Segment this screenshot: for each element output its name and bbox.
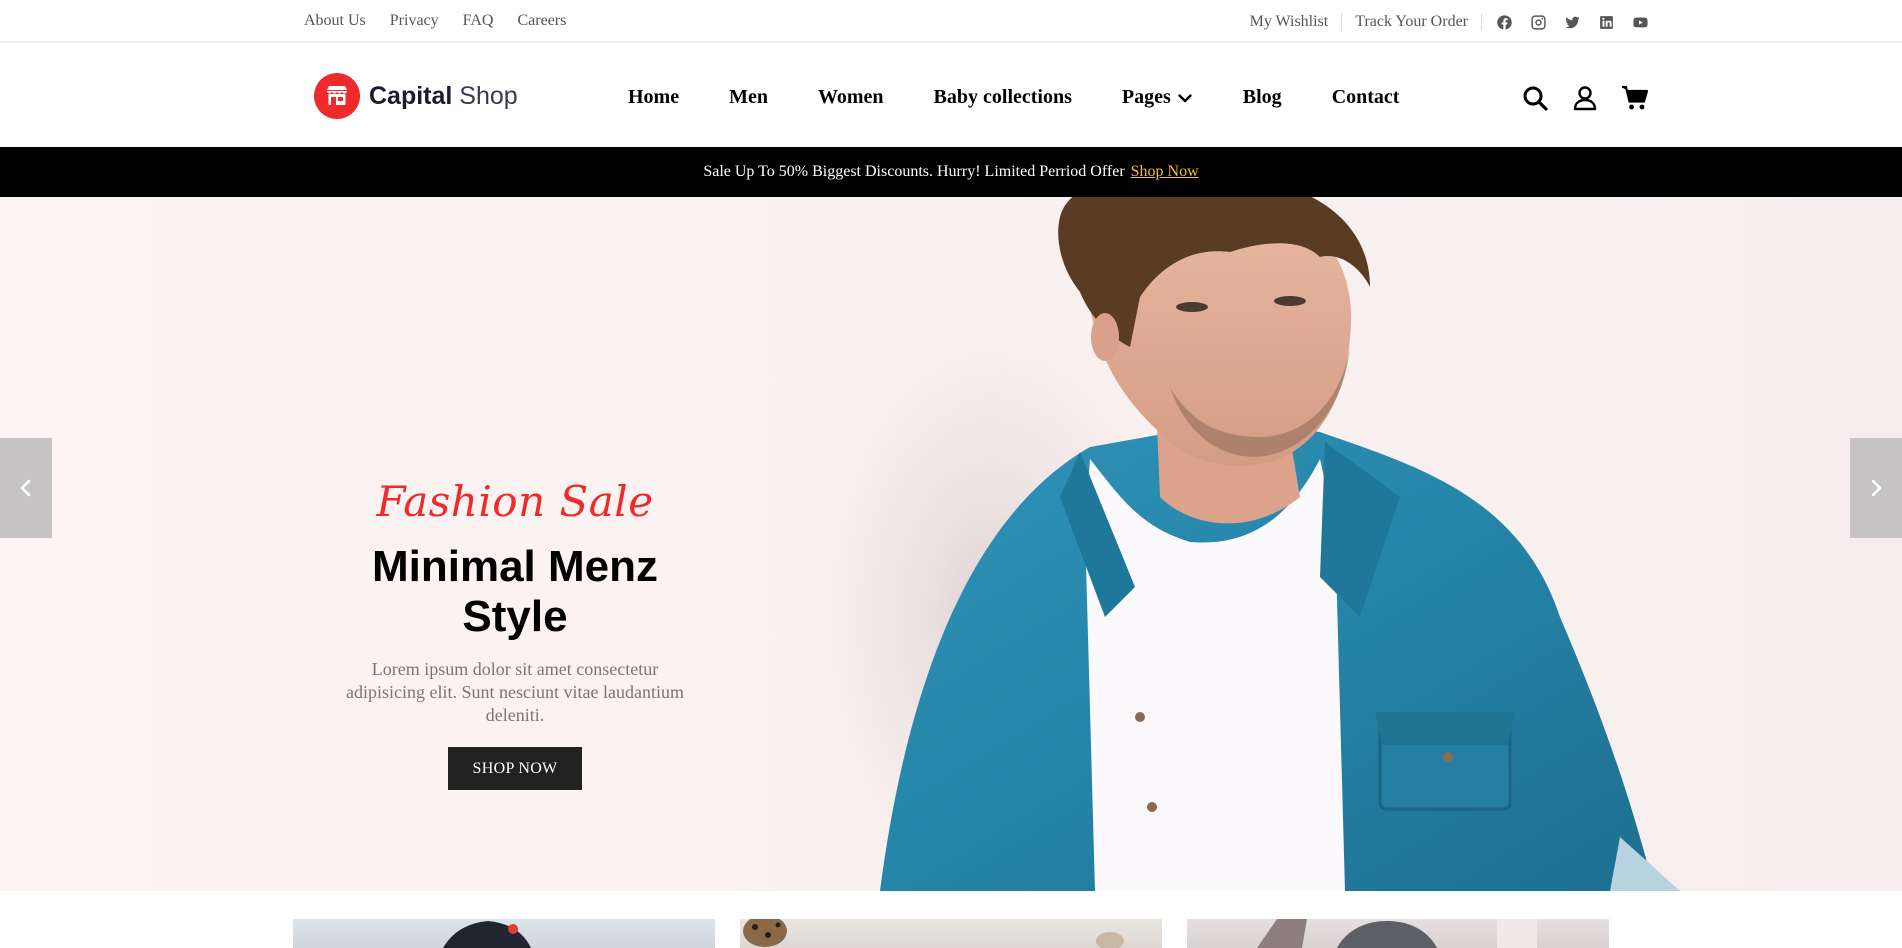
- track-order-link[interactable]: Track Your Order: [1342, 13, 1482, 31]
- category-image: [1257, 919, 1537, 948]
- category-card[interactable]: [740, 919, 1162, 948]
- category-card[interactable]: [1187, 919, 1609, 948]
- category-cards: [293, 919, 1609, 948]
- hero-shop-now-button[interactable]: SHOP NOW: [447, 747, 583, 790]
- hero-model-image: [790, 197, 1680, 891]
- category-image: [743, 919, 1124, 948]
- announcement-bar: Sale Up To 50% Biggest Discounts. Hurry!…: [0, 147, 1902, 197]
- instagram-icon[interactable]: [1528, 12, 1548, 32]
- main-nav: Home Men Women Baby collections Pages Bl…: [628, 86, 1399, 109]
- nav-blog[interactable]: Blog: [1243, 86, 1282, 109]
- facebook-icon[interactable]: [1494, 12, 1514, 32]
- nav-pages[interactable]: Pages: [1122, 86, 1193, 109]
- site-logo[interactable]: Capital Shop: [314, 73, 518, 119]
- nav-men[interactable]: Men: [729, 86, 768, 109]
- hero-title-line-2: Style: [462, 592, 568, 641]
- logo-text-light: Shop: [452, 81, 518, 110]
- nav-pages-label: Pages: [1121, 86, 1171, 108]
- nav-women[interactable]: Women: [818, 86, 884, 109]
- main-header: Capital Shop Home Men Women Baby collect…: [0, 43, 1902, 147]
- category-card[interactable]: [293, 919, 715, 948]
- user-icon[interactable]: [1570, 83, 1600, 113]
- youtube-icon[interactable]: [1630, 12, 1650, 32]
- about-us-link[interactable]: About Us: [304, 12, 366, 30]
- hero-slider: Fashion Sale Minimal Menz Style Lorem ip…: [0, 197, 1902, 891]
- privacy-link[interactable]: Privacy: [390, 12, 439, 30]
- careers-link[interactable]: Careers: [517, 12, 566, 30]
- cart-icon[interactable]: [1620, 83, 1650, 113]
- faq-link[interactable]: FAQ: [463, 12, 494, 30]
- top-links: About Us Privacy FAQ Careers: [304, 12, 566, 30]
- hero-title-line-1: Minimal Menz: [371, 542, 659, 591]
- nav-home[interactable]: Home: [628, 86, 679, 109]
- twitter-icon[interactable]: [1562, 12, 1582, 32]
- category-image: [443, 921, 531, 948]
- logo-text-bold: Capital: [369, 81, 453, 110]
- announcement-shop-now-link[interactable]: Shop Now: [1131, 163, 1199, 181]
- announcement-text: Sale Up To 50% Biggest Discounts. Hurry!…: [703, 163, 1125, 180]
- wishlist-link[interactable]: My Wishlist: [1250, 13, 1343, 31]
- hero-description: Lorem ipsum dolor sit amet consectetur a…: [346, 659, 684, 725]
- chevron-left-icon: [20, 479, 31, 497]
- hero-tagline: Fashion Sale: [376, 477, 654, 526]
- linkedin-icon[interactable]: [1596, 12, 1616, 32]
- header-actions: [1520, 83, 1650, 113]
- chevron-right-icon: [1871, 479, 1882, 497]
- social-links: [1482, 12, 1650, 32]
- slider-next-button[interactable]: [1850, 438, 1902, 538]
- hero-copy: Fashion Sale Minimal Menz Style Lorem ip…: [330, 477, 700, 790]
- hero-title: Minimal Menz Style: [330, 542, 700, 642]
- storefront-icon: [314, 73, 360, 119]
- search-icon[interactable]: [1520, 83, 1550, 113]
- chevron-down-icon: [1178, 93, 1192, 102]
- top-right: My Wishlist Track Your Order: [1250, 12, 1650, 32]
- logo-wordmark: Capital Shop: [369, 82, 518, 111]
- nav-baby-collections[interactable]: Baby collections: [934, 86, 1072, 109]
- nav-contact[interactable]: Contact: [1332, 86, 1400, 109]
- slider-prev-button[interactable]: [0, 438, 52, 538]
- top-bar: About Us Privacy FAQ Careers My Wishlist…: [0, 0, 1902, 43]
